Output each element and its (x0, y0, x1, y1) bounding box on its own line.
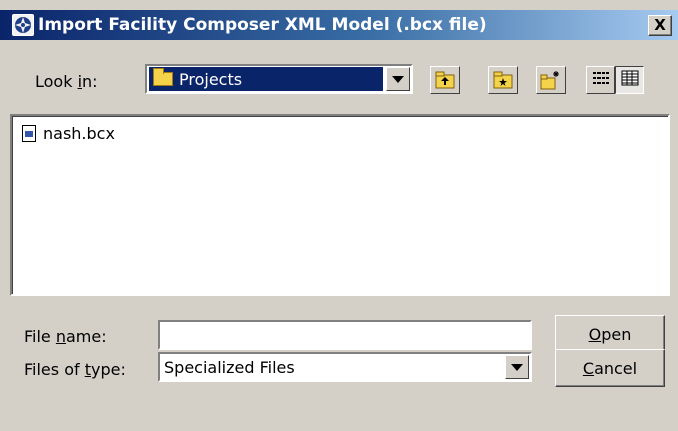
filetype-combo[interactable]: Specialized Files (158, 352, 532, 382)
lookin-dropdown-button[interactable] (386, 67, 410, 91)
cancel-button-label: Cancel (582, 358, 638, 378)
close-button[interactable]: X (648, 15, 672, 36)
list-view-icon (592, 70, 610, 90)
filetype-dropdown-button[interactable] (505, 355, 529, 379)
create-new-folder-button[interactable] (536, 66, 566, 94)
filetype-label: Files of type: (24, 360, 126, 379)
filename-label: File name: (24, 327, 107, 346)
open-button-label: Open (588, 324, 632, 344)
import-dialog: Import Facility Composer XML Model (.bcx… (0, 0, 678, 431)
lookin-selected: Projects (149, 67, 383, 91)
file-icon (22, 125, 36, 142)
new-folder-icon (540, 70, 562, 90)
folder-icon (153, 68, 173, 86)
details-view-icon (621, 70, 639, 90)
chevron-down-icon (511, 363, 523, 371)
view-toggle-group (586, 66, 644, 94)
list-view-button[interactable] (586, 66, 615, 94)
details-view-button[interactable] (615, 66, 644, 94)
title-bar[interactable]: Import Facility Composer XML Model (.bcx… (0, 10, 678, 40)
cancel-button[interactable]: Cancel (555, 349, 665, 387)
window-title: Import Facility Composer XML Model (.bcx… (38, 15, 487, 35)
file-list[interactable]: nash.bcx (10, 114, 670, 296)
filename-input[interactable] (158, 320, 532, 350)
list-item[interactable]: nash.bcx (22, 124, 115, 143)
chevron-down-icon (392, 75, 404, 83)
close-icon: X (654, 16, 666, 34)
open-button[interactable]: Open (555, 315, 665, 353)
app-icon (12, 14, 34, 36)
folder-up-icon (435, 71, 455, 89)
file-name: nash.bcx (43, 124, 115, 143)
lookin-combo[interactable]: Projects (145, 64, 413, 94)
up-one-level-button[interactable] (430, 66, 460, 94)
lookin-label: Look in: (35, 72, 98, 91)
lookin-value: Projects (179, 69, 243, 89)
filetype-value: Specialized Files (164, 357, 295, 377)
desktop-button[interactable] (488, 66, 518, 94)
desktop-folder-icon (493, 71, 513, 89)
